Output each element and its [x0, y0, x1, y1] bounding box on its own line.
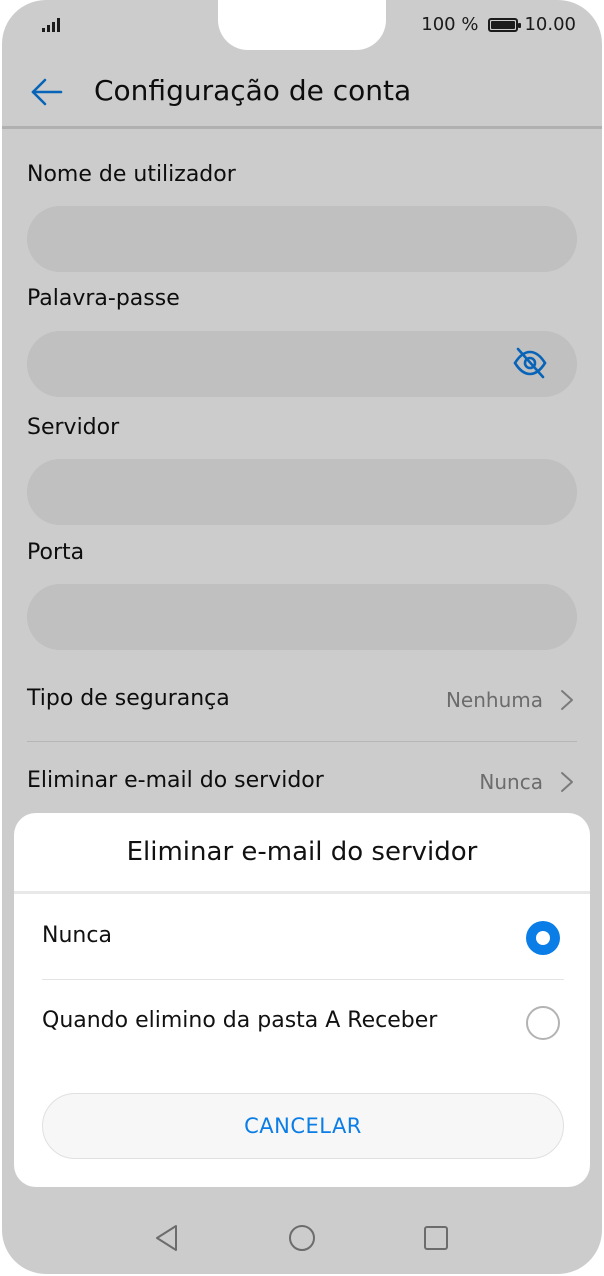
cancel-button[interactable]: CANCELAR: [42, 1093, 564, 1159]
dialog-divider: [14, 891, 590, 894]
app-background: 100 % 10.00 Configuração de conta Nome d…: [2, 0, 602, 1274]
radio-checked-icon[interactable]: [526, 921, 560, 955]
option-label: Quando elimino da pasta A Receber: [42, 1008, 438, 1033]
delete-from-server-dialog: Eliminar e-mail do servidor Nunca Quando…: [14, 813, 590, 1187]
option-label: Nunca: [42, 923, 112, 948]
camera-notch: [218, 0, 386, 50]
option-when-deleted-from-inbox[interactable]: Quando elimino da pasta A Receber: [14, 984, 590, 1064]
screen: 100 % 10.00 Configuração de conta Nome d…: [2, 0, 602, 1274]
phone-frame: 100 % 10.00 Configuração de conta Nome d…: [0, 0, 604, 1276]
radio-unchecked-icon[interactable]: [526, 1006, 560, 1040]
option-divider: [42, 979, 564, 980]
dialog-title: Eliminar e-mail do servidor: [126, 837, 478, 867]
option-never[interactable]: Nunca: [14, 899, 590, 979]
